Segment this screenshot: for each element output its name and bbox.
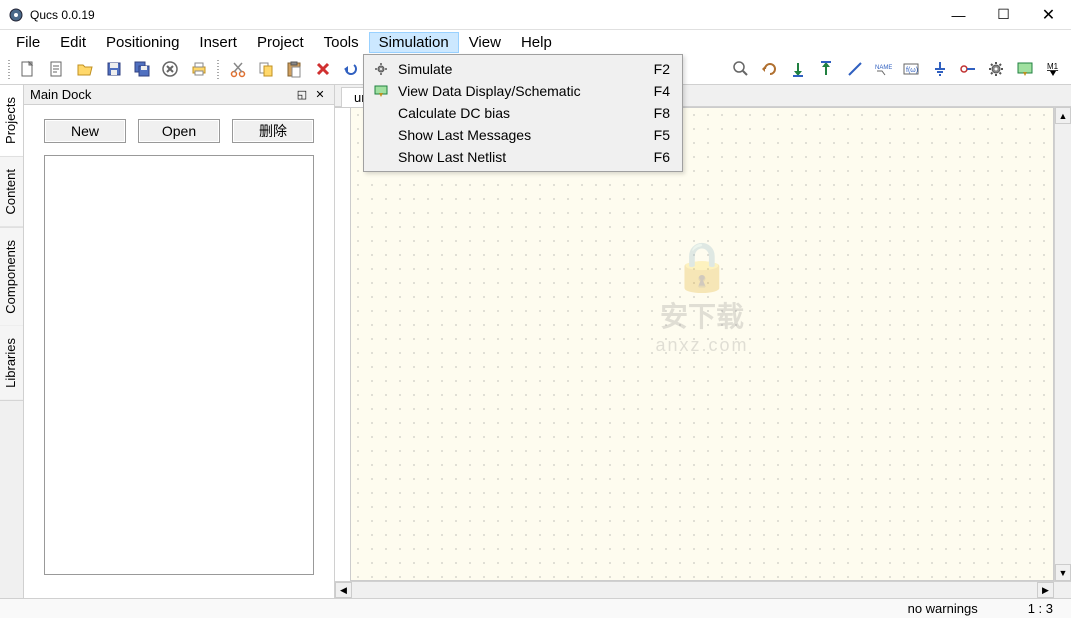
- display-icon: [370, 84, 392, 98]
- menu-view[interactable]: View: [459, 32, 511, 53]
- main-dock: Projects Content Components Libraries Ma…: [0, 85, 335, 598]
- rotate-icon[interactable]: [756, 56, 783, 82]
- lock-icon: 🔒: [655, 238, 748, 295]
- toolbar-separator: [213, 57, 223, 81]
- menu-item-simulate[interactable]: Simulate F2: [366, 58, 680, 80]
- menu-project[interactable]: Project: [247, 32, 314, 53]
- sim-display-icon[interactable]: [1011, 56, 1038, 82]
- minimize-button[interactable]: —: [936, 0, 981, 29]
- status-position: 1 : 3: [1018, 601, 1063, 616]
- menu-insert[interactable]: Insert: [189, 32, 247, 53]
- simulation-menu-dropdown: Simulate F2 View Data Display/Schematic …: [363, 54, 683, 172]
- function-icon[interactable]: f(ω): [898, 56, 925, 82]
- watermark-text-1: 安下载: [655, 295, 748, 335]
- save-icon[interactable]: [100, 56, 127, 82]
- menubar: File Edit Positioning Insert Project Too…: [0, 30, 1071, 54]
- maximize-button[interactable]: ☐: [981, 0, 1026, 29]
- scroll-down-icon[interactable]: ▼: [1055, 564, 1071, 581]
- dock-tab-content[interactable]: Content: [0, 157, 23, 228]
- arrow-up-icon[interactable]: [813, 56, 840, 82]
- dock-header: Main Dock ◱ ✕: [24, 85, 334, 105]
- vertical-ruler: [335, 107, 351, 581]
- new-file-icon[interactable]: [15, 56, 42, 82]
- dock-tabs: Projects Content Components Libraries: [0, 85, 24, 598]
- menu-item-show-last-messages[interactable]: Show Last Messages F5: [366, 124, 680, 146]
- print-icon[interactable]: [185, 56, 212, 82]
- window-title: Qucs 0.0.19: [30, 8, 936, 22]
- menu-help[interactable]: Help: [511, 32, 562, 53]
- undo-icon[interactable]: [338, 56, 365, 82]
- scroll-right-icon[interactable]: ▶: [1037, 582, 1054, 598]
- port-icon[interactable]: [954, 56, 981, 82]
- delete-project-button[interactable]: 删除: [232, 119, 314, 143]
- close-button[interactable]: ✕: [1026, 0, 1071, 29]
- menu-item-calculate-dc-bias[interactable]: Calculate DC bias F8: [366, 102, 680, 124]
- schematic-canvas[interactable]: 🔒 安下载 anxz.com: [351, 107, 1054, 581]
- dock-tab-libraries[interactable]: Libraries: [0, 326, 23, 401]
- m1-marker-icon[interactable]: M1: [1039, 56, 1066, 82]
- titlebar: Qucs 0.0.19 — ☐ ✕: [0, 0, 1071, 30]
- dock-tab-projects[interactable]: Projects: [0, 85, 23, 157]
- menu-simulation[interactable]: Simulation: [369, 32, 459, 53]
- vertical-scrollbar[interactable]: ▲ ▼: [1054, 107, 1071, 581]
- paste-icon[interactable]: [281, 56, 308, 82]
- svg-text:f(ω): f(ω): [906, 67, 918, 74]
- app-icon: [8, 7, 24, 23]
- watermark-text-2: anxz.com: [655, 335, 748, 356]
- copy-icon[interactable]: [252, 56, 279, 82]
- name-label-icon[interactable]: NAME: [869, 56, 896, 82]
- dock-close-icon[interactable]: ✕: [312, 87, 328, 103]
- delete-icon[interactable]: [309, 56, 336, 82]
- menu-tools[interactable]: Tools: [314, 32, 369, 53]
- toolbar-grip[interactable]: [4, 57, 14, 81]
- scroll-left-icon[interactable]: ◀: [335, 582, 352, 598]
- horizontal-scrollbar[interactable]: ◀ ▶: [335, 581, 1071, 598]
- open-project-button[interactable]: Open: [138, 119, 220, 143]
- gear-icon[interactable]: [983, 56, 1010, 82]
- close-file-icon[interactable]: [157, 56, 184, 82]
- dock-title: Main Dock: [30, 87, 91, 102]
- menu-file[interactable]: File: [6, 32, 50, 53]
- cut-icon[interactable]: [224, 56, 251, 82]
- menu-positioning[interactable]: Positioning: [96, 32, 189, 53]
- status-warnings: no warnings: [898, 601, 988, 616]
- arrow-down-icon[interactable]: [784, 56, 811, 82]
- menu-edit[interactable]: Edit: [50, 32, 96, 53]
- watermark: 🔒 安下载 anxz.com: [655, 238, 748, 356]
- ground-icon[interactable]: [926, 56, 953, 82]
- new-text-icon[interactable]: [43, 56, 70, 82]
- menu-item-view-data-display[interactable]: View Data Display/Schematic F4: [366, 80, 680, 102]
- window-controls: — ☐ ✕: [936, 0, 1071, 29]
- svg-text:M1: M1: [1047, 62, 1059, 71]
- dock-tab-components[interactable]: Components: [0, 228, 23, 327]
- scroll-up-icon[interactable]: ▲: [1055, 107, 1071, 124]
- gear-icon: [370, 62, 392, 76]
- dock-float-icon[interactable]: ◱: [294, 87, 310, 103]
- new-project-button[interactable]: New: [44, 119, 126, 143]
- dock-body: New Open 删除: [24, 105, 334, 598]
- statusbar: no warnings 1 : 3: [0, 598, 1071, 618]
- dock-content: Main Dock ◱ ✕ New Open 删除: [24, 85, 334, 598]
- menu-item-show-last-netlist[interactable]: Show Last Netlist F6: [366, 146, 680, 168]
- project-list[interactable]: [44, 155, 314, 575]
- zoom-search-icon[interactable]: [728, 56, 755, 82]
- wire-icon[interactable]: [841, 56, 868, 82]
- svg-text:NAME: NAME: [875, 65, 892, 71]
- save-all-icon[interactable]: [128, 56, 155, 82]
- open-icon[interactable]: [72, 56, 99, 82]
